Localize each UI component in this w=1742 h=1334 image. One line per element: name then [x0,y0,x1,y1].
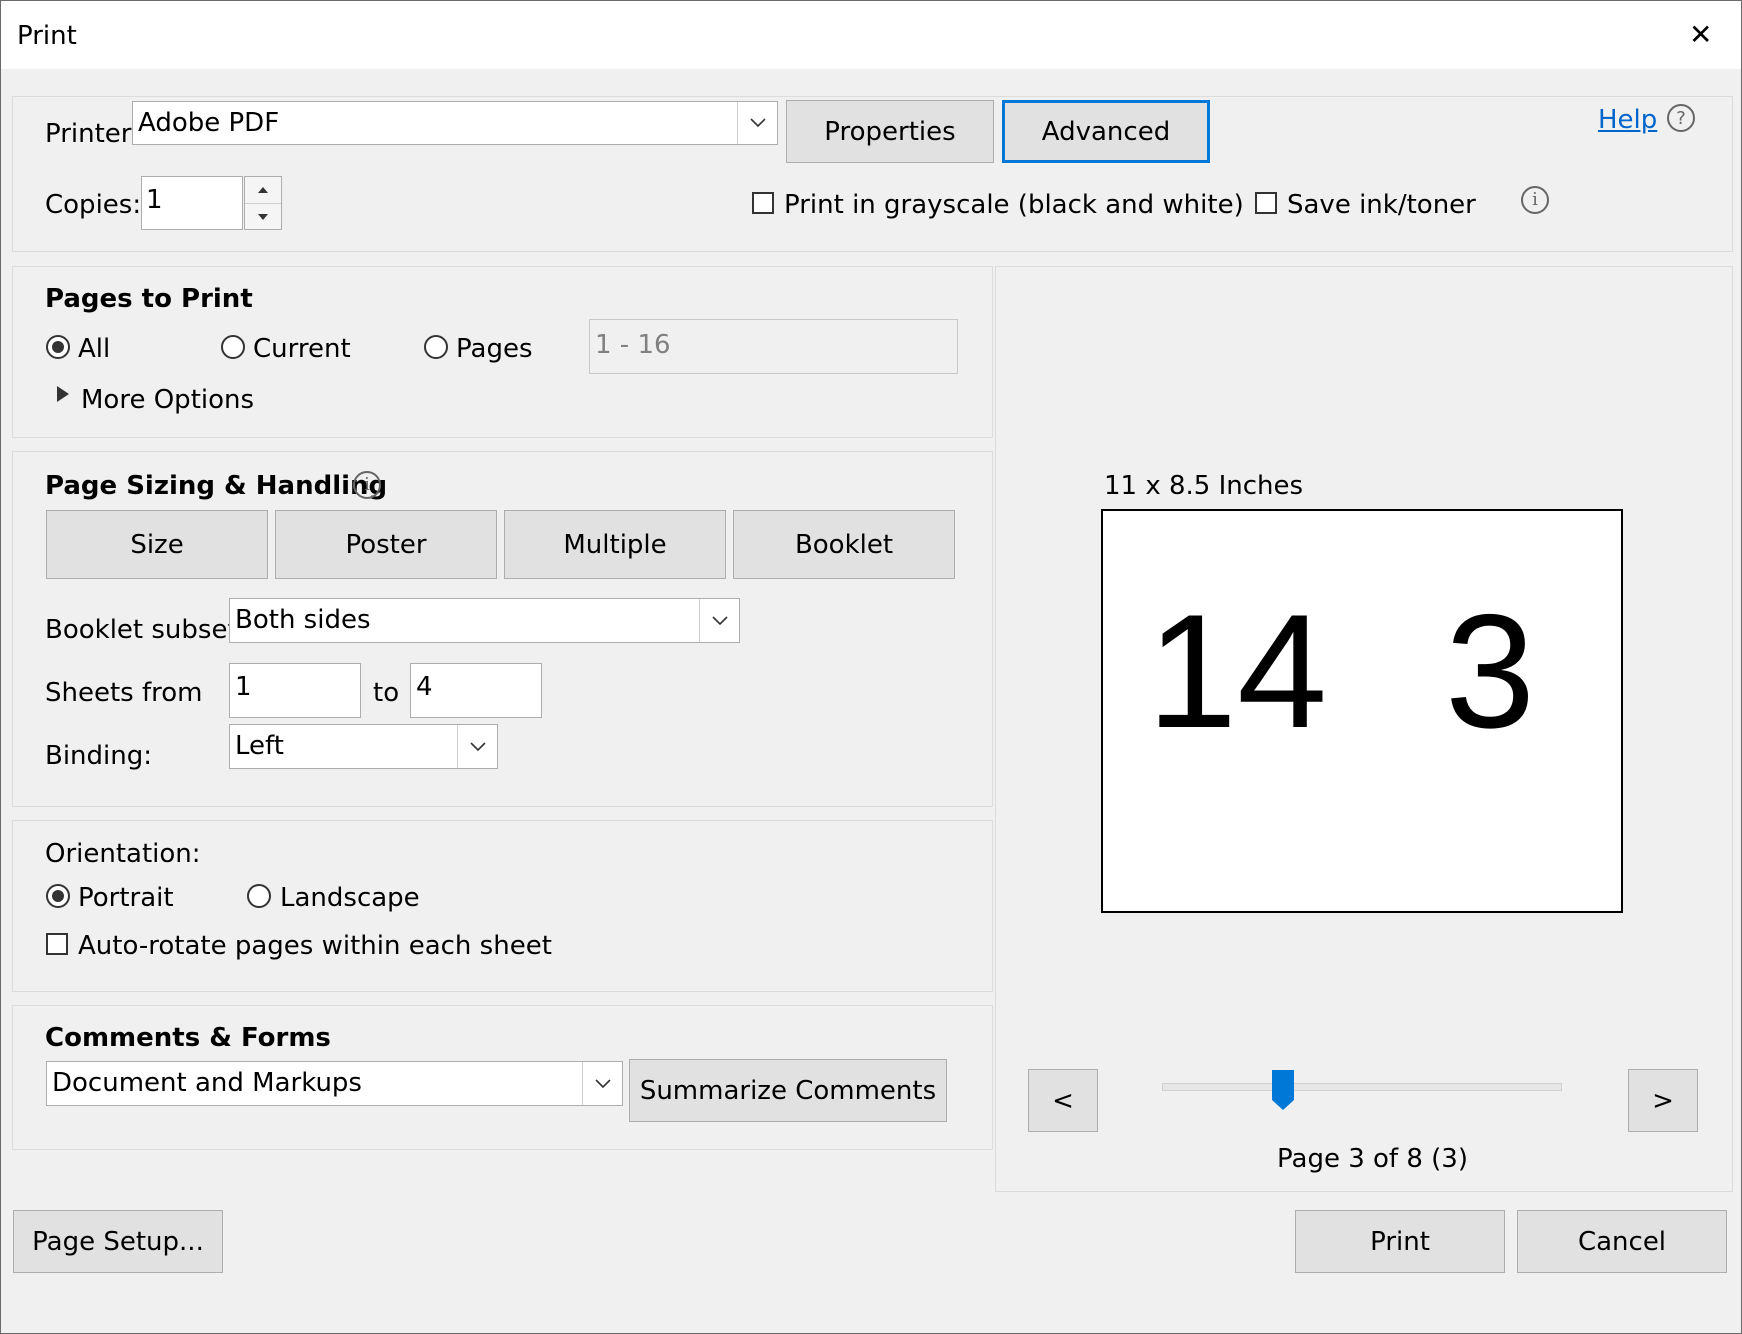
help-icon[interactable]: ? [1667,104,1695,132]
print-dialog: Print ✕ Printer: Adobe PDF Properties Ad… [0,0,1742,1334]
copies-input[interactable]: 1 [141,176,243,230]
stepper-up-icon[interactable] [245,177,281,203]
comments-forms-select[interactable]: Document and Markups [46,1061,623,1106]
chevron-down-icon [737,102,777,144]
sheets-to-value: 4 [416,672,433,702]
tab-poster[interactable]: Poster [275,510,497,579]
pages-radio[interactable] [424,335,448,359]
cancel-button[interactable]: Cancel [1517,1210,1727,1273]
page-setup-button[interactable]: Page Setup... [13,1210,223,1273]
print-button[interactable]: Print [1295,1210,1505,1273]
more-options-label[interactable]: More Options [81,387,254,413]
portrait-radio[interactable] [46,884,70,908]
current-radio[interactable] [221,335,245,359]
sheets-from-label: Sheets from [45,678,203,708]
info-icon[interactable]: i [1521,186,1549,214]
auto-rotate-checkbox[interactable] [46,933,68,955]
chevron-down-icon [457,725,497,768]
tab-booklet[interactable]: Booklet [733,510,955,579]
preview-right-page-number: 3 [1445,581,1536,762]
tab-size[interactable]: Size [46,510,268,579]
to-label: to [373,678,400,708]
chevron-down-icon [582,1062,622,1105]
booklet-subset-select[interactable]: Both sides [229,598,740,643]
binding-select[interactable]: Left [229,724,498,769]
chevron-down-icon [699,599,739,642]
copies-stepper[interactable] [244,176,282,230]
sheets-from-input[interactable]: 1 [229,663,361,718]
sheets-from-value: 1 [235,672,252,702]
auto-rotate-label: Auto-rotate pages within each sheet [78,931,552,961]
pages-range-input: 1 - 16 [589,319,958,374]
stepper-down-icon[interactable] [245,203,281,230]
all-label: All [78,334,111,364]
page-preview: 14 3 [1101,509,1623,913]
current-label: Current [253,334,351,364]
summarize-comments-button[interactable]: Summarize Comments [629,1059,947,1122]
page-slider-track[interactable] [1162,1070,1562,1110]
expand-triangle-icon[interactable] [56,385,70,407]
advanced-button[interactable]: Advanced [1002,100,1210,163]
printer-select[interactable]: Adobe PDF [132,101,778,145]
booklet-subset-value: Both sides [235,605,371,635]
grayscale-checkbox[interactable] [752,192,774,214]
prev-page-button[interactable]: < [1028,1069,1098,1132]
page-sizing-info-icon[interactable]: i [353,471,381,499]
copies-label: Copies: [45,190,142,220]
save-ink-checkbox[interactable] [1255,192,1277,214]
tab-multiple[interactable]: Multiple [504,510,726,579]
close-icon[interactable]: ✕ [1689,21,1712,49]
sheets-to-input[interactable]: 4 [410,663,542,718]
landscape-radio[interactable] [247,884,271,908]
printer-value: Adobe PDF [138,108,280,138]
binding-value: Left [235,731,284,761]
title-bar: Print ✕ [1,1,1741,69]
all-radio[interactable] [46,335,70,359]
paper-size-label: 11 x 8.5 Inches [1104,471,1304,501]
landscape-label: Landscape [280,883,420,913]
next-page-button[interactable]: > [1628,1069,1698,1132]
printer-label: Printer: [45,119,140,149]
portrait-label: Portrait [78,883,174,913]
booklet-subset-label: Booklet subset: [45,615,247,645]
page-slider-thumb[interactable] [1272,1070,1294,1110]
preview-left-page-number: 14 [1147,581,1328,762]
copies-value: 1 [146,185,163,215]
grayscale-label: Print in grayscale (black and white) [784,190,1244,220]
page-sizing-heading: Page Sizing & Handling [45,471,388,501]
pages-range-value: 1 - 16 [595,330,671,360]
binding-label: Binding: [45,741,153,771]
page-status: Page 3 of 8 (3) [1277,1144,1468,1174]
comments-forms-value: Document and Markups [52,1068,362,1098]
pages-to-print-heading: Pages to Print [45,284,253,314]
pages-label: Pages [456,334,533,364]
save-ink-label: Save ink/toner [1287,190,1476,220]
comments-forms-heading: Comments & Forms [45,1023,331,1053]
window-title: Print [17,21,77,51]
properties-button[interactable]: Properties [786,100,994,163]
orientation-label: Orientation: [45,839,201,869]
help-link[interactable]: Help [1598,107,1657,133]
